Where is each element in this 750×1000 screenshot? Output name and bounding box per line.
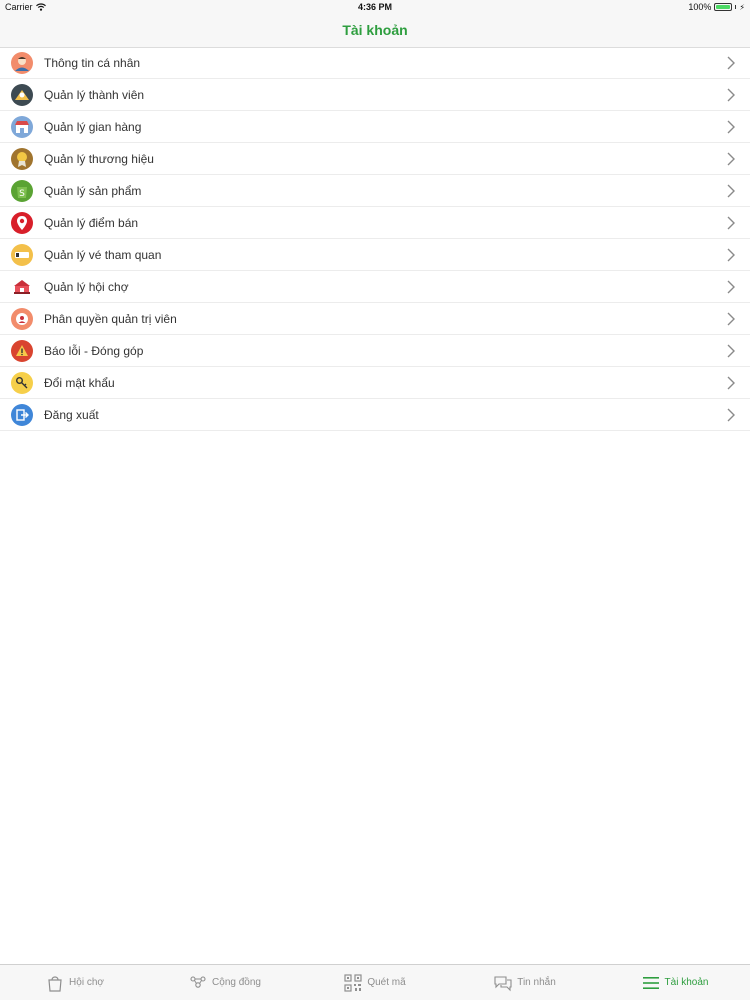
menu-item-stores[interactable]: Quản lý gian hàng bbox=[0, 111, 750, 143]
battery-tip bbox=[735, 5, 737, 9]
menu-item-fairs[interactable]: Quản lý hội chợ bbox=[0, 271, 750, 303]
chevron-right-icon bbox=[724, 280, 738, 294]
chat-bubbles-icon bbox=[494, 975, 512, 991]
menu-item-label: Báo lỗi - Đóng góp bbox=[44, 343, 144, 358]
chevron-right-icon bbox=[724, 376, 738, 390]
chevron-right-icon bbox=[724, 184, 738, 198]
menu-item-label: Quản lý sản phẩm bbox=[44, 183, 142, 198]
store-icon bbox=[11, 115, 33, 138]
brand-medal-icon bbox=[11, 147, 33, 170]
page-title: Tài khoản bbox=[342, 22, 408, 38]
menu-item-admin-roles[interactable]: Phân quyền quản trị viên bbox=[0, 303, 750, 335]
chevron-right-icon bbox=[724, 56, 738, 70]
tab-label: Tin nhắn bbox=[517, 977, 556, 988]
chevron-right-icon bbox=[724, 312, 738, 326]
charging-bolt-icon: ⚡ bbox=[739, 2, 745, 12]
menu-item-tickets[interactable]: Quản lý vé tham quan bbox=[0, 239, 750, 271]
menu-item-label: Quản lý thương hiệu bbox=[44, 151, 154, 166]
qr-code-icon bbox=[344, 973, 362, 992]
location-pin-icon bbox=[11, 211, 33, 234]
tab-messages[interactable]: Tin nhắn bbox=[450, 965, 600, 1000]
admin-roles-icon bbox=[11, 307, 33, 330]
menu-item-products[interactable]: S Quản lý sản phẩm bbox=[0, 175, 750, 207]
members-icon bbox=[11, 83, 33, 106]
menu-item-label: Quản lý vé tham quan bbox=[44, 247, 162, 262]
tab-label: Tài khoản bbox=[664, 977, 709, 988]
chevron-right-icon bbox=[724, 88, 738, 102]
menu-item-personal-info[interactable]: Thông tin cá nhân bbox=[0, 47, 750, 79]
tab-community[interactable]: Cộng đồng bbox=[150, 965, 300, 1000]
svg-text:S: S bbox=[19, 189, 25, 199]
tab-scan[interactable]: Quét mã bbox=[300, 965, 450, 1000]
menu-item-brands[interactable]: Quản lý thương hiệu bbox=[0, 143, 750, 175]
menu-item-label: Quản lý thành viên bbox=[44, 87, 145, 102]
menu-lines-icon bbox=[642, 976, 659, 989]
menu-item-logout[interactable]: Đăng xuất bbox=[0, 399, 750, 431]
key-icon bbox=[11, 371, 33, 394]
user-profile-icon bbox=[11, 51, 33, 74]
product-bag-icon: S bbox=[11, 179, 33, 202]
ticket-icon bbox=[11, 243, 33, 266]
status-time: 4:36 PM bbox=[357, 2, 392, 12]
logout-icon bbox=[11, 403, 33, 426]
tab-label: Hội chợ bbox=[69, 977, 104, 988]
battery-percent: 100% bbox=[688, 2, 712, 12]
shopping-bag-icon bbox=[48, 975, 62, 992]
menu-item-label: Đăng xuất bbox=[44, 407, 99, 422]
tab-label: Quét mã bbox=[367, 977, 406, 988]
status-bar: Carrier 4:36 PM 100% ⚡ bbox=[0, 0, 750, 14]
menu-item-label: Quản lý điểm bán bbox=[44, 215, 139, 230]
chevron-right-icon bbox=[724, 216, 738, 230]
menu-item-label: Thông tin cá nhân bbox=[44, 55, 141, 70]
tab-bar: Hội chợ Cộng đồng Quét mã Tin nhắn Tài k… bbox=[0, 964, 750, 1000]
chevron-right-icon bbox=[724, 344, 738, 358]
navigation-bar: Tài khoản bbox=[0, 14, 750, 48]
tab-fairs[interactable]: Hội chợ bbox=[0, 965, 150, 1000]
warning-icon bbox=[11, 339, 33, 362]
menu-item-members[interactable]: Quản lý thành viên bbox=[0, 79, 750, 111]
battery-indicator: 100% ⚡ bbox=[688, 2, 745, 12]
account-menu-list: Thông tin cá nhân Quản lý thành viên Quả… bbox=[0, 47, 750, 431]
chevron-right-icon bbox=[724, 120, 738, 134]
menu-item-label: Quản lý hội chợ bbox=[44, 279, 129, 294]
menu-item-label: Quản lý gian hàng bbox=[44, 119, 142, 134]
battery-icon bbox=[714, 3, 733, 11]
menu-item-label: Đổi mật khẩu bbox=[44, 375, 115, 390]
menu-item-change-password[interactable]: Đổi mật khẩu bbox=[0, 367, 750, 399]
chevron-right-icon bbox=[724, 248, 738, 262]
tab-label: Cộng đồng bbox=[212, 977, 261, 988]
community-icon bbox=[190, 975, 206, 988]
menu-item-label: Phân quyền quản trị viên bbox=[44, 311, 177, 326]
fair-tent-icon bbox=[11, 275, 33, 298]
tab-account[interactable]: Tài khoản bbox=[600, 965, 750, 1000]
menu-item-sales-points[interactable]: Quản lý điểm bán bbox=[0, 207, 750, 239]
chevron-right-icon bbox=[724, 408, 738, 422]
chevron-right-icon bbox=[724, 152, 738, 166]
menu-item-report-bug[interactable]: Báo lỗi - Đóng góp bbox=[0, 335, 750, 367]
